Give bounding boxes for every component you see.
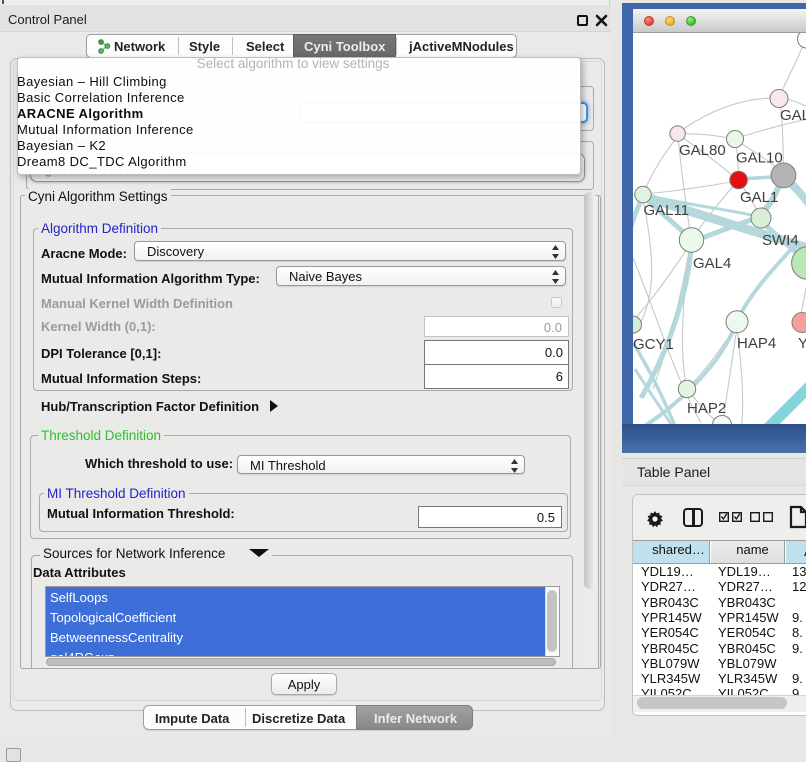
svg-text:HAP2: HAP2 [687,400,726,417]
svg-text:HAP4: HAP4 [737,335,776,352]
svg-text:GCY1: GCY1 [633,336,674,353]
svg-text:GAL80: GAL80 [679,142,726,159]
svg-text:GAL10: GAL10 [736,150,783,167]
svg-text:SWI4: SWI4 [762,232,799,249]
svg-text:GAL1: GAL1 [740,189,778,206]
svg-text:Y: Y [798,335,806,352]
svg-text:GAL4: GAL4 [693,255,731,272]
svg-text:GAL11: GAL11 [644,202,690,219]
svg-text:GAL7: GAL7 [780,107,806,124]
